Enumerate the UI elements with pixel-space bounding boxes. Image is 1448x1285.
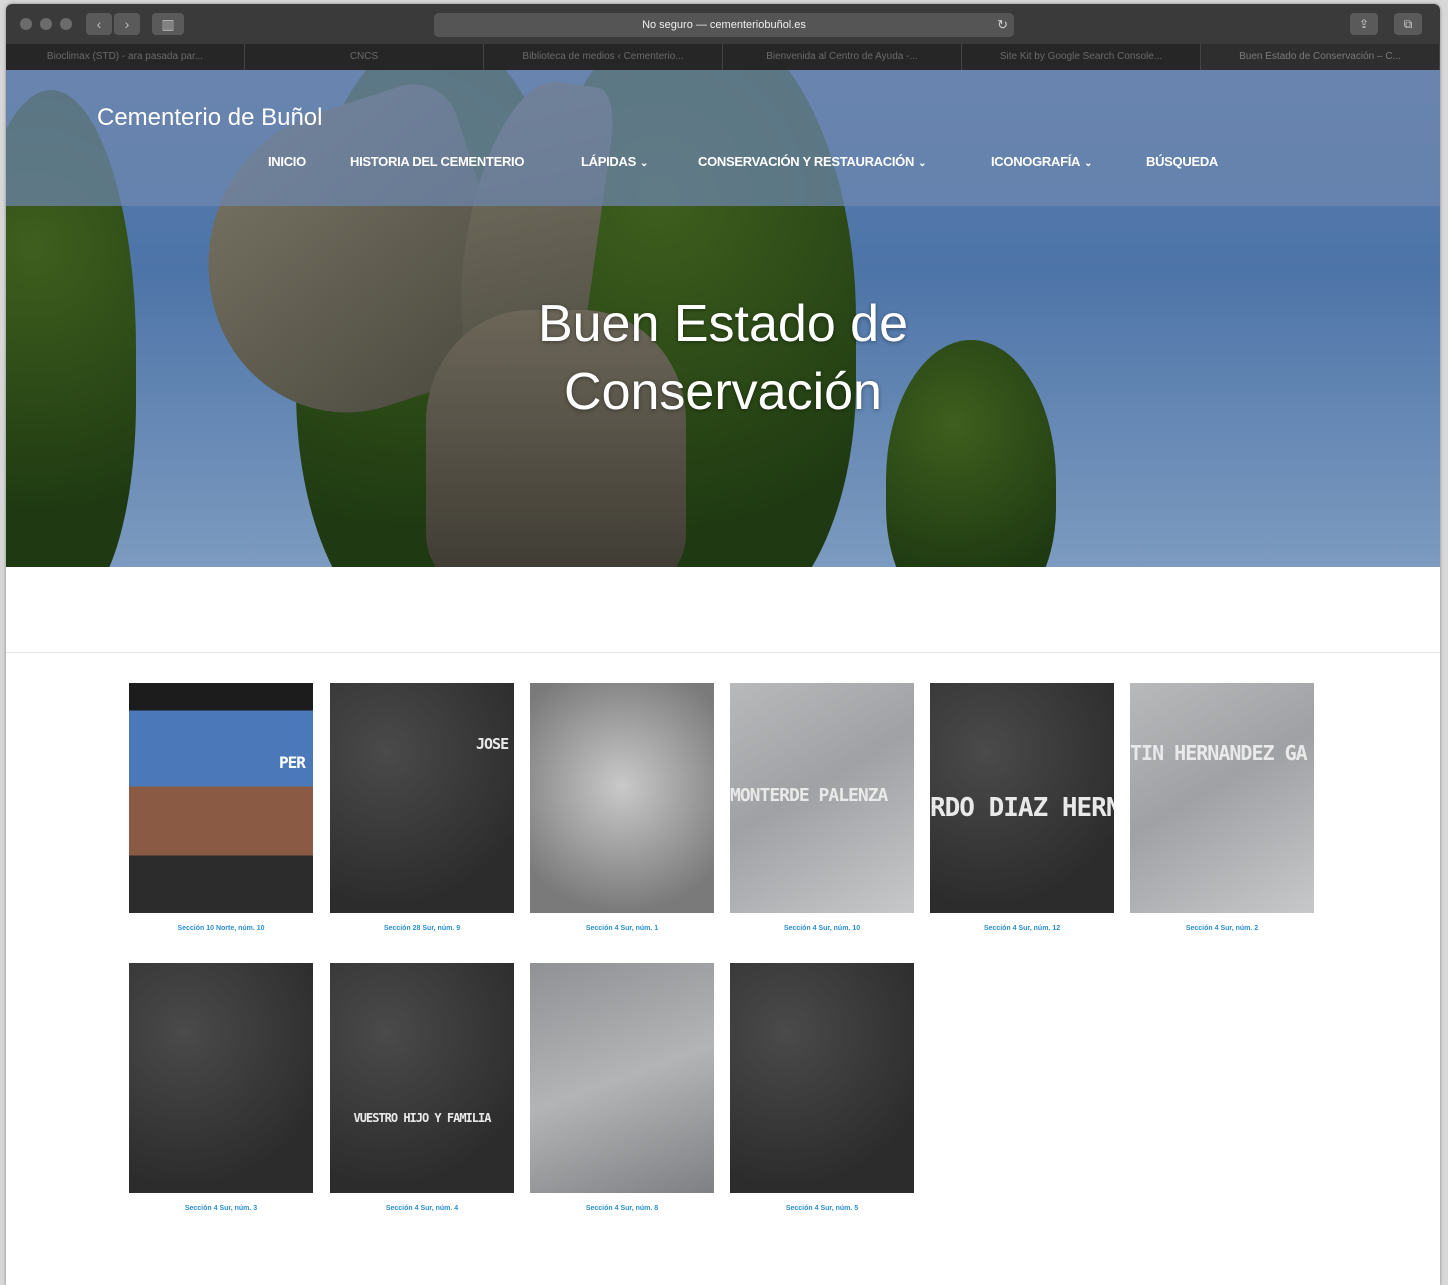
menu-item-iconografia[interactable]: ICONOGRAFÍA ⌄ [991, 154, 1093, 169]
menu-item-lapidas[interactable]: LÁPIDAS ⌄ [581, 154, 648, 169]
menu-label: INICIO [268, 154, 306, 169]
site-brand[interactable]: Cementerio de Buñol [97, 104, 322, 132]
menu-label: LÁPIDAS [581, 154, 636, 169]
page-title-line2: Conservación [564, 363, 882, 421]
browser-window: ‹ › ▥ No seguro — cementeriobuñol.es ↻ ⇪… [6, 4, 1440, 1285]
gallery-caption[interactable]: Sección 4 Sur, núm. 2 [1130, 925, 1314, 932]
url-text: No seguro — cementeriobuñol.es [642, 19, 806, 31]
menu-item-inicio[interactable]: INICIO [268, 154, 306, 169]
hero-banner: Cementerio de Buñol INICIO HISTORIA DEL … [6, 70, 1440, 567]
gallery-caption[interactable]: Sección 4 Sur, núm. 1 [530, 925, 714, 932]
gallery-item[interactable]: RDO DIAZ HERNA Sección 4 Sur, núm. 12 [930, 683, 1114, 932]
menu-label: HISTORIA DEL CEMENTERIO [350, 154, 525, 169]
page-title-line1: Buen Estado de [537, 295, 909, 353]
gallery-item[interactable]: Sección 4 Sur, núm. 3 [129, 963, 313, 1212]
gallery-caption[interactable]: Sección 4 Sur, núm. 10 [730, 925, 914, 932]
gallery-caption[interactable]: Sección 4 Sur, núm. 8 [530, 1205, 714, 1212]
browser-tab[interactable]: CNCS [245, 44, 484, 70]
gallery-caption[interactable]: Sección 28 Sur, núm. 9 [330, 925, 514, 932]
sidebar-icon: ▥ [161, 16, 175, 32]
gallery-thumbnail[interactable]: VUESTRO HIJO Y FAMILIA [330, 963, 514, 1193]
menu-label: CONSERVACIÓN Y RESTAURACIÓN [698, 154, 915, 169]
page-title: Buen Estado de Conservación [423, 290, 1023, 426]
browser-tab[interactable]: Biblioteca de medios ‹ Cementerio... [484, 44, 723, 70]
gallery-thumbnail[interactable]: TIN HERNANDEZ GA [1130, 683, 1314, 913]
browser-tab[interactable]: Site Kit by Google Search Console... [962, 44, 1201, 70]
gallery-caption[interactable]: Sección 4 Sur, núm. 5 [730, 1205, 914, 1212]
gallery-item[interactable]: Sección 4 Sur, núm. 1 [530, 683, 714, 932]
browser-tab[interactable]: Buen Estado de Conservación – C... [1201, 44, 1440, 70]
gallery-thumbnail[interactable]: MONTERDE PALENZA [730, 683, 914, 913]
thumbnail-text: PER [279, 753, 306, 772]
share-button[interactable]: ⇪ [1350, 13, 1378, 35]
gallery-caption[interactable]: Sección 4 Sur, núm. 3 [129, 1205, 313, 1212]
back-button[interactable]: ‹ [86, 13, 112, 35]
gallery-caption[interactable]: Sección 10 Norte, núm. 10 [129, 925, 313, 932]
minimize-window-button[interactable] [40, 18, 52, 30]
gallery-thumbnail[interactable]: JOSE [330, 683, 514, 913]
menu-item-historia[interactable]: HISTORIA DEL CEMENTERIO [350, 154, 524, 169]
thumbnail-text: MONTERDE PALENZA [730, 785, 888, 806]
browser-tab[interactable]: Bienvenida al Centro de Ayuda -... [723, 44, 962, 70]
chevron-down-icon: ⌄ [639, 158, 649, 169]
gallery-thumbnail[interactable] [530, 963, 714, 1193]
chevron-right-icon: › [124, 16, 130, 32]
menu-label: BÚSQUEDA [1146, 154, 1218, 169]
forward-button[interactable]: › [114, 13, 140, 35]
share-icon: ⇪ [1358, 17, 1370, 31]
tabs-overview-button[interactable]: ⧉ [1394, 13, 1422, 35]
address-bar[interactable]: No seguro — cementeriobuñol.es ↻ [434, 13, 1014, 37]
content-divider [6, 652, 1440, 653]
browser-toolbar: ‹ › ▥ No seguro — cementeriobuñol.es ↻ ⇪… [6, 4, 1440, 44]
close-window-button[interactable] [20, 18, 32, 30]
reload-icon[interactable]: ↻ [997, 13, 1008, 37]
browser-tab[interactable]: Bioclimax (STD) - ara pasada par... [6, 44, 245, 70]
chevron-left-icon: ‹ [96, 16, 102, 32]
thumbnail-text: VUESTRO HIJO Y FAMILIA [353, 1111, 492, 1125]
gallery-caption[interactable]: Sección 4 Sur, núm. 4 [330, 1205, 514, 1212]
gallery-item[interactable]: JOSE Sección 28 Sur, núm. 9 [330, 683, 514, 932]
gallery-item[interactable]: PER Sección 10 Norte, núm. 10 [129, 683, 313, 932]
gallery-thumbnail[interactable] [730, 963, 914, 1193]
zoom-window-button[interactable] [60, 18, 72, 30]
gallery-thumbnail[interactable] [129, 963, 313, 1193]
menu-item-busqueda[interactable]: BÚSQUEDA [1146, 154, 1218, 169]
menu-item-conservacion[interactable]: CONSERVACIÓN Y RESTAURACIÓN ⌄ [698, 154, 926, 169]
thumbnail-text: RDO DIAZ HERNA [930, 793, 1114, 823]
sidebar-toggle-button[interactable]: ▥ [152, 13, 184, 35]
thumbnail-text: TIN HERNANDEZ GA [1130, 741, 1308, 765]
gallery-item[interactable]: Sección 4 Sur, núm. 8 [530, 963, 714, 1212]
gallery-item[interactable]: VUESTRO HIJO Y FAMILIA Sección 4 Sur, nú… [330, 963, 514, 1212]
gallery-thumbnail[interactable]: RDO DIAZ HERNA [930, 683, 1114, 913]
tabs-icon: ⧉ [1403, 17, 1413, 31]
gallery-item[interactable]: TIN HERNANDEZ GA Sección 4 Sur, núm. 2 [1130, 683, 1314, 932]
thumbnail-text: JOSE [476, 735, 509, 753]
gallery-item[interactable]: MONTERDE PALENZA Sección 4 Sur, núm. 10 [730, 683, 914, 932]
chevron-down-icon: ⌄ [918, 158, 927, 169]
chevron-down-icon: ⌄ [1084, 158, 1093, 169]
gallery-thumbnail[interactable] [530, 683, 714, 913]
gallery-item[interactable]: Sección 4 Sur, núm. 5 [730, 963, 914, 1212]
site-navbar: Cementerio de Buñol INICIO HISTORIA DEL … [6, 70, 1440, 206]
gallery-caption[interactable]: Sección 4 Sur, núm. 12 [930, 925, 1114, 932]
tab-bar: Bioclimax (STD) - ara pasada par... CNCS B… [6, 44, 1440, 70]
menu-label: ICONOGRAFÍA [991, 154, 1081, 169]
gallery-thumbnail[interactable]: PER [129, 683, 313, 913]
